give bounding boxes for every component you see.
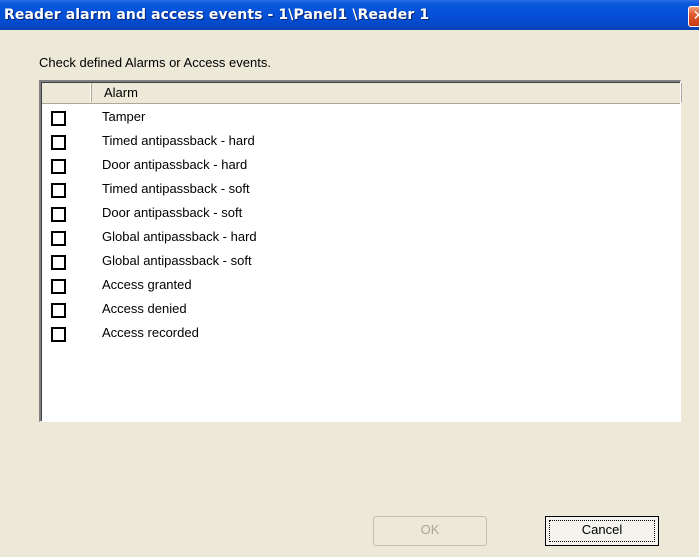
cancel-button[interactable]: Cancel	[545, 516, 659, 546]
list-item[interactable]: Global antipassback - soft	[42, 252, 662, 276]
alarm-rows: Tamper Timed antipassback - hard Door an…	[42, 108, 662, 348]
window-title: Reader alarm and access events - 1\Panel…	[4, 7, 430, 23]
close-icon[interactable]: ✕	[688, 6, 699, 27]
alarm-label: Door antipassback - soft	[102, 205, 243, 220]
alarm-label: Access recorded	[102, 325, 199, 340]
alarm-label: Tamper	[102, 109, 146, 124]
list-item[interactable]: Door antipassback - hard	[42, 156, 662, 180]
alarm-checkbox[interactable]	[51, 231, 66, 246]
list-item[interactable]: Access granted	[42, 276, 662, 300]
focus-rectangle	[549, 520, 655, 542]
list-item[interactable]: Access recorded	[42, 324, 662, 348]
alarm-label: Access denied	[102, 301, 187, 316]
list-item[interactable]: Timed antipassback - hard	[42, 132, 662, 156]
column-header-alarm[interactable]: Alarm	[92, 83, 682, 102]
alarm-checkbox[interactable]	[51, 303, 66, 318]
alarm-label: Global antipassback - hard	[102, 229, 257, 244]
alarm-checkbox[interactable]	[51, 327, 66, 342]
alarm-checkbox[interactable]	[51, 279, 66, 294]
alarm-list-view[interactable]: Alarm Tamper Timed antipassback - hard D…	[39, 80, 682, 422]
alarm-label: Timed antipassback - hard	[102, 133, 255, 148]
column-header-check[interactable]	[42, 83, 92, 102]
title-bar[interactable]: Reader alarm and access events - 1\Panel…	[0, 0, 699, 30]
list-item[interactable]: Global antipassback - hard	[42, 228, 662, 252]
alarm-checkbox[interactable]	[51, 183, 66, 198]
alarm-label: Global antipassback - soft	[102, 253, 252, 268]
alarm-checkbox[interactable]	[51, 159, 66, 174]
alarm-label: Timed antipassback - soft	[102, 181, 250, 196]
alarm-label: Door antipassback - hard	[102, 157, 248, 172]
alarm-checkbox[interactable]	[51, 255, 66, 270]
alarm-checkbox[interactable]	[51, 135, 66, 150]
ok-button[interactable]: OK	[373, 516, 487, 546]
alarm-checkbox[interactable]	[51, 207, 66, 222]
list-item[interactable]: Door antipassback - soft	[42, 204, 662, 228]
alarm-label: Access granted	[102, 277, 192, 292]
list-header: Alarm	[42, 83, 682, 104]
list-item[interactable]: Tamper	[42, 108, 662, 132]
instruction-label: Check defined Alarms or Access events.	[39, 55, 271, 70]
alarm-checkbox[interactable]	[51, 111, 66, 126]
list-item[interactable]: Access denied	[42, 300, 662, 324]
list-item[interactable]: Timed antipassback - soft	[42, 180, 662, 204]
